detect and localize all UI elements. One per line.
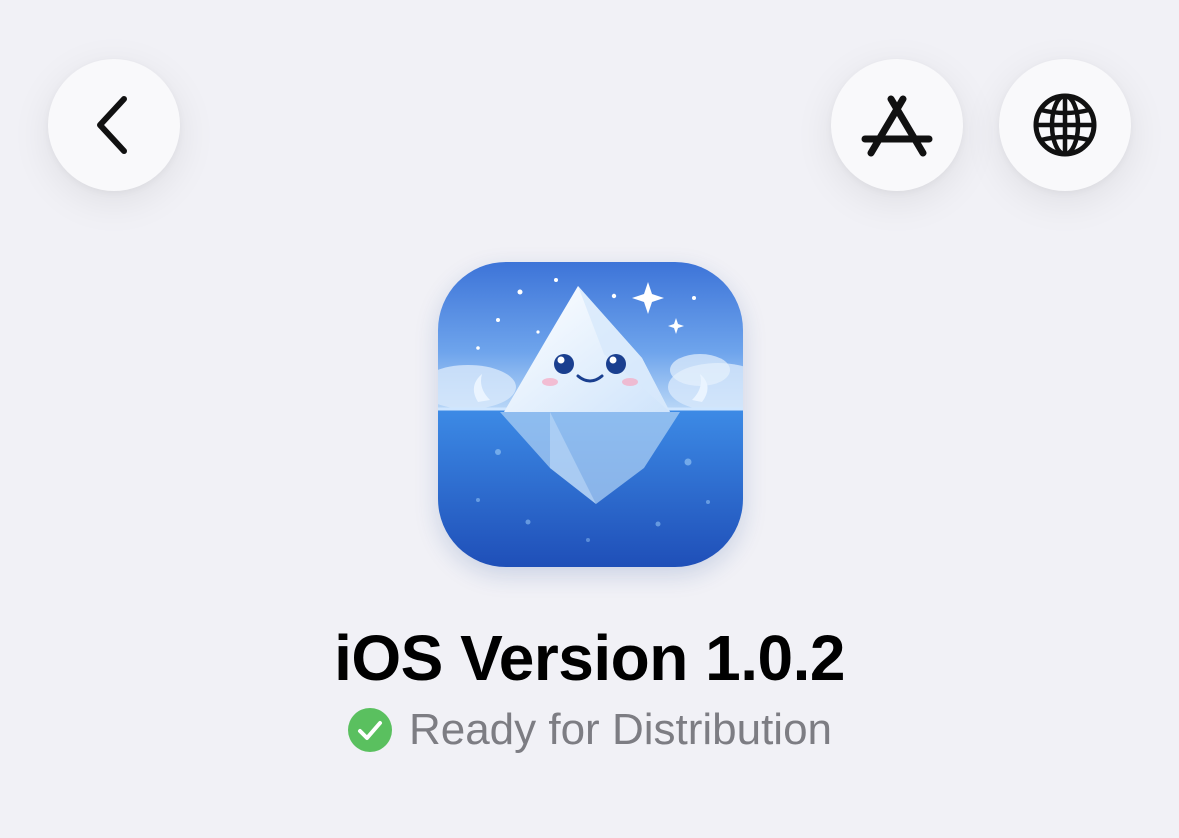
app-icon (438, 262, 743, 567)
app-store-button[interactable] (831, 59, 963, 191)
status-row: Ready for Distribution (0, 702, 1179, 758)
globe-icon (1033, 93, 1097, 157)
status-label: Ready for Distribution (408, 705, 833, 754)
back-button[interactable] (48, 59, 180, 191)
iceberg-app-icon (438, 262, 743, 567)
web-button[interactable] (999, 59, 1131, 191)
checkmark-circle-icon (347, 708, 392, 752)
chevron-left-icon (97, 96, 127, 154)
app-store-icon (861, 95, 933, 157)
version-title: iOS Version 1.0.2 (334, 622, 845, 694)
